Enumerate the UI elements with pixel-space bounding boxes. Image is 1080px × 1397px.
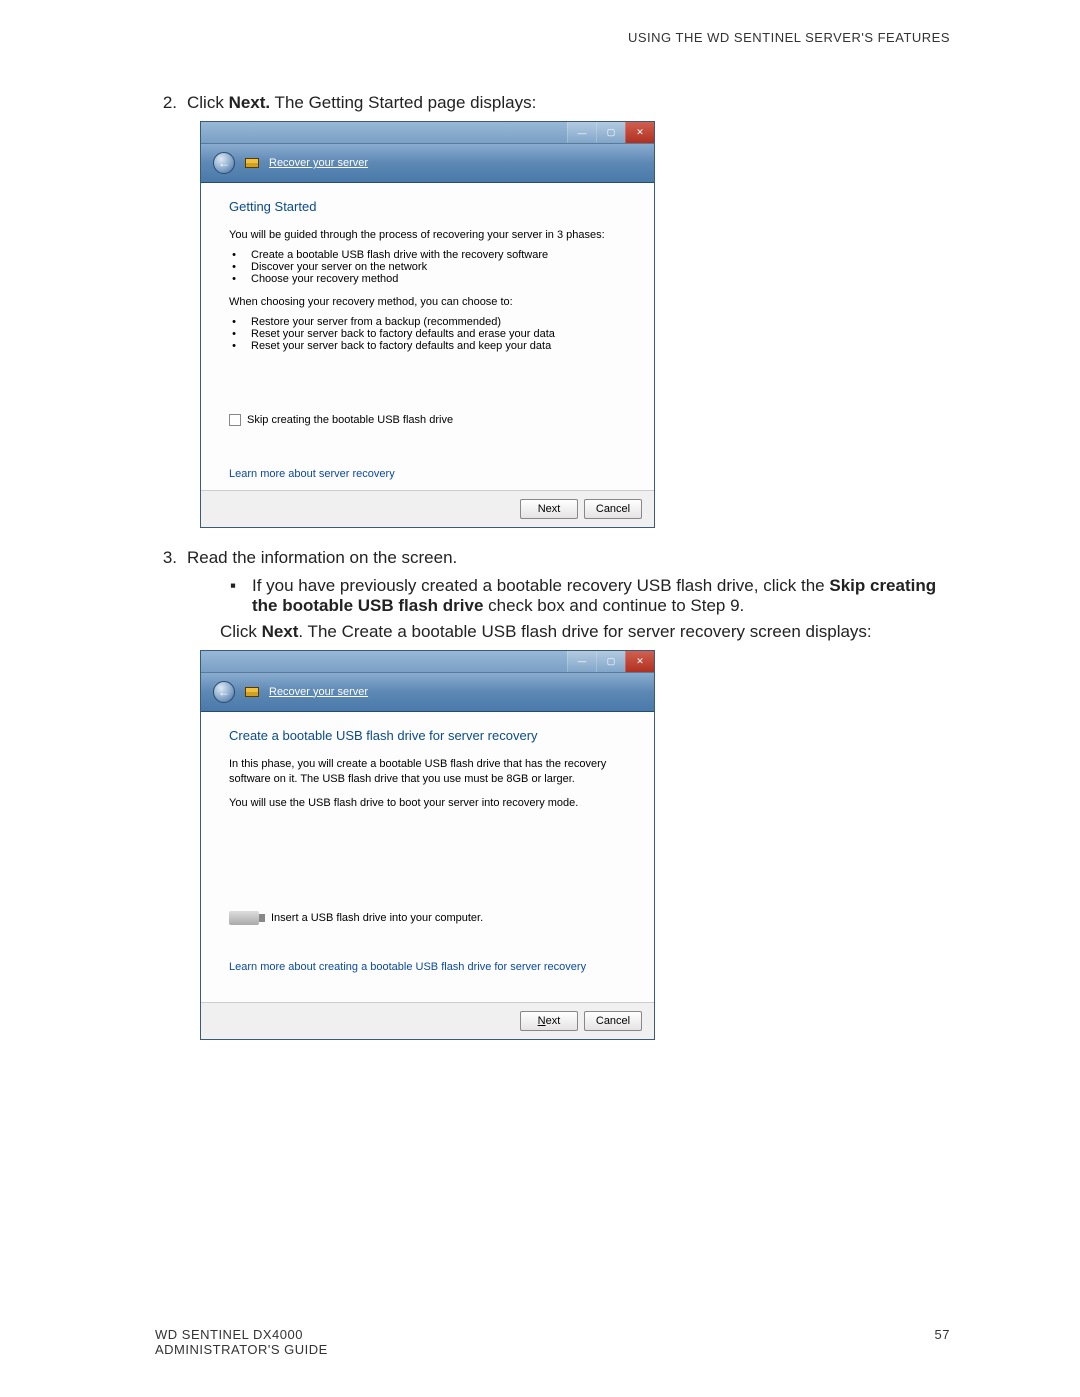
flag-icon (245, 158, 259, 168)
back-button[interactable]: ← (213, 152, 235, 174)
insert-usb-row: Insert a USB flash drive into your compu… (229, 911, 626, 925)
back-button[interactable]: ← (213, 681, 235, 703)
footer-guide: ADMINISTRATOR'S GUIDE (155, 1342, 328, 1357)
minimize-button[interactable]: — (567, 122, 596, 143)
wizard-footer: Next Cancel (201, 490, 654, 527)
bullet-text: If you have previously created a bootabl… (252, 576, 950, 616)
wizard-p1: In this phase, you will create a bootabl… (229, 757, 626, 787)
intro-text: You will be guided through the process o… (229, 228, 626, 243)
page-number: 57 (935, 1327, 950, 1357)
list-item: Reset your server back to factory defaul… (251, 340, 551, 352)
t: Click (187, 93, 229, 112)
wizard-header: ← Recover your server (201, 144, 654, 183)
wizard-body: Getting Started You will be guided throu… (201, 183, 654, 490)
window-titlebar: — ▢ ✕ (201, 122, 654, 144)
step-text: Click Next. The Getting Started page dis… (187, 93, 950, 113)
wizard-header: ← Recover your server (201, 673, 654, 712)
wizard-breadcrumb: Recover your server (269, 157, 368, 169)
step-3-detail: ▪ If you have previously created a boota… (220, 576, 950, 642)
close-button[interactable]: ✕ (625, 651, 654, 672)
wizard-create-usb: — ▢ ✕ ← Recover your server Create a boo… (200, 650, 655, 1040)
page-section-header: USING THE WD SENTINEL SERVER'S FEATURES (155, 30, 950, 45)
t: Click (220, 622, 262, 641)
wizard-heading: Create a bootable USB flash drive for se… (229, 728, 626, 743)
list-item: Discover your server on the network (251, 261, 427, 273)
step-2: 2. Click Next. The Getting Started page … (155, 93, 950, 113)
list-item: Create a bootable USB flash drive with t… (251, 249, 548, 261)
step-number: 3. (155, 548, 177, 568)
flag-icon (245, 687, 259, 697)
skip-checkbox[interactable] (229, 414, 241, 426)
skip-checkbox-row[interactable]: Skip creating the bootable USB flash dri… (229, 414, 626, 426)
learn-more-link[interactable]: Learn more about server recovery (229, 468, 395, 480)
list-item: Choose your recovery method (251, 273, 398, 285)
cancel-button[interactable]: Cancel (584, 499, 642, 519)
wizard-heading: Getting Started (229, 199, 626, 214)
window-titlebar: — ▢ ✕ (201, 651, 654, 673)
wizard-p2: You will use the USB flash drive to boot… (229, 796, 626, 811)
choose-intro: When choosing your recovery method, you … (229, 295, 626, 310)
t: If you have previously created a bootabl… (252, 576, 829, 595)
minimize-button[interactable]: — (567, 651, 596, 672)
footer-product: WD SENTINEL DX4000 (155, 1327, 328, 1342)
learn-more-link[interactable]: Learn more about creating a bootable USB… (229, 961, 586, 973)
wizard-body: Create a bootable USB flash drive for se… (201, 712, 654, 1002)
insert-text: Insert a USB flash drive into your compu… (271, 912, 483, 924)
phase-list: •Create a bootable USB flash drive with … (229, 249, 626, 285)
close-button[interactable]: ✕ (625, 122, 654, 143)
bullet-icon: ▪ (230, 576, 240, 616)
step-number: 2. (155, 93, 177, 113)
usb-drive-icon (229, 911, 259, 925)
t: . The Create a bootable USB flash drive … (298, 622, 871, 641)
cancel-button[interactable]: Cancel (584, 1011, 642, 1031)
list-item: Restore your server from a backup (recom… (251, 316, 501, 328)
step-3: 3. Read the information on the screen. (155, 548, 950, 568)
wizard-breadcrumb: Recover your server (269, 686, 368, 698)
list-item: Reset your server back to factory defaul… (251, 328, 555, 340)
t: The Getting Started page displays: (270, 93, 536, 112)
maximize-button[interactable]: ▢ (596, 122, 625, 143)
step-text: Read the information on the screen. (187, 548, 950, 568)
wizard-footer: Next Cancel (201, 1002, 654, 1039)
next-button[interactable]: Next (520, 1011, 578, 1031)
page-footer: WD SENTINEL DX4000 ADMINISTRATOR'S GUIDE… (155, 1327, 950, 1357)
t: check box and continue to Step 9. (483, 596, 744, 615)
next-button[interactable]: Next (520, 499, 578, 519)
wizard-getting-started: — ▢ ✕ ← Recover your server Getting Star… (200, 121, 655, 528)
maximize-button[interactable]: ▢ (596, 651, 625, 672)
bold-next: Next. (229, 93, 271, 112)
choose-list: •Restore your server from a backup (reco… (229, 316, 626, 352)
skip-label: Skip creating the bootable USB flash dri… (247, 414, 453, 426)
bold-next: Next (262, 622, 299, 641)
